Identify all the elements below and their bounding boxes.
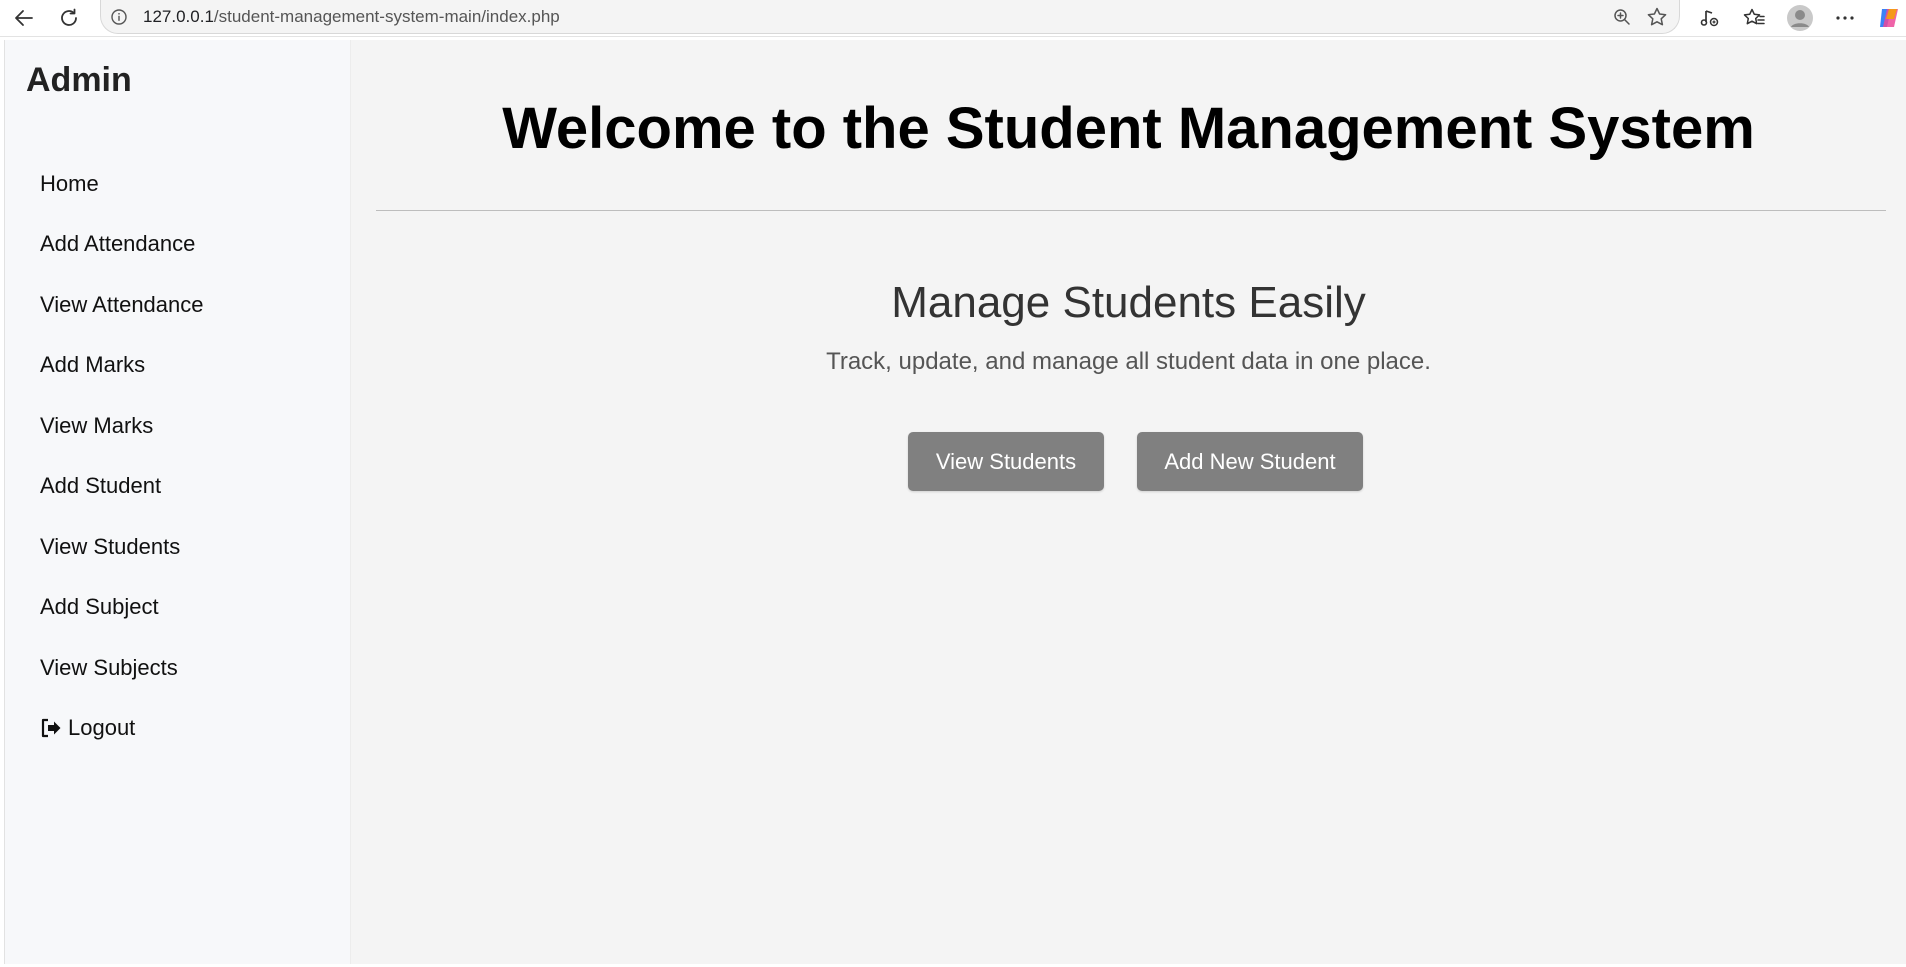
copilot-icon[interactable] [1874, 4, 1904, 32]
sidebar: Admin Home Add Attendance View Attendanc… [5, 40, 351, 964]
sidebar-item-view-attendance[interactable]: View Attendance [40, 285, 330, 325]
favorite-star-icon[interactable] [1645, 5, 1669, 29]
more-options-icon[interactable] [1829, 4, 1861, 32]
profile-avatar-icon[interactable] [1784, 4, 1816, 32]
section-description: Track, update, and manage all student da… [826, 348, 1431, 375]
reload-icon[interactable] [53, 4, 85, 32]
header-divider [376, 210, 1886, 211]
add-new-student-button[interactable]: Add New Student [1137, 432, 1363, 491]
read-aloud-icon[interactable] [1694, 4, 1726, 32]
section-heading: Manage Students Easily [891, 278, 1366, 327]
back-arrow-icon[interactable] [8, 4, 40, 32]
sidebar-item-view-marks[interactable]: View Marks [40, 406, 330, 446]
sidebar-item-add-marks[interactable]: Add Marks [40, 345, 330, 385]
zoom-icon[interactable] [1611, 6, 1633, 28]
page-viewport: Admin Home Add Attendance View Attendanc… [4, 40, 1906, 964]
view-students-button[interactable]: View Students [908, 432, 1104, 491]
favorites-icon[interactable] [1738, 4, 1770, 32]
page-title: Welcome to the Student Management System [502, 96, 1755, 161]
sidebar-item-add-subject[interactable]: Add Subject [40, 587, 330, 627]
sidebar-item-add-student[interactable]: Add Student [40, 466, 330, 506]
browser-toolbar: 127.0.0.1/student-management-system-main… [0, 0, 1906, 37]
logout-icon [40, 718, 62, 738]
sidebar-item-add-attendance[interactable]: Add Attendance [40, 224, 330, 264]
address-bar[interactable]: 127.0.0.1/student-management-system-main… [100, 0, 1680, 34]
url-path: /student-management-system-main/index.ph… [213, 7, 560, 26]
url-text[interactable]: 127.0.0.1/student-management-system-main… [143, 7, 560, 27]
sidebar-item-home[interactable]: Home [40, 164, 330, 204]
sidebar-title: Admin [26, 61, 132, 99]
sidebar-item-view-subjects[interactable]: View Subjects [40, 648, 330, 688]
sidebar-item-view-students[interactable]: View Students [40, 527, 330, 567]
sidebar-item-logout-label: Logout [68, 715, 136, 740]
main-content: Welcome to the Student Management System… [350, 40, 1906, 964]
sidebar-item-logout[interactable]: Logout [40, 708, 330, 748]
url-host: 127.0.0.1 [143, 7, 214, 26]
site-info-icon[interactable] [109, 7, 129, 27]
